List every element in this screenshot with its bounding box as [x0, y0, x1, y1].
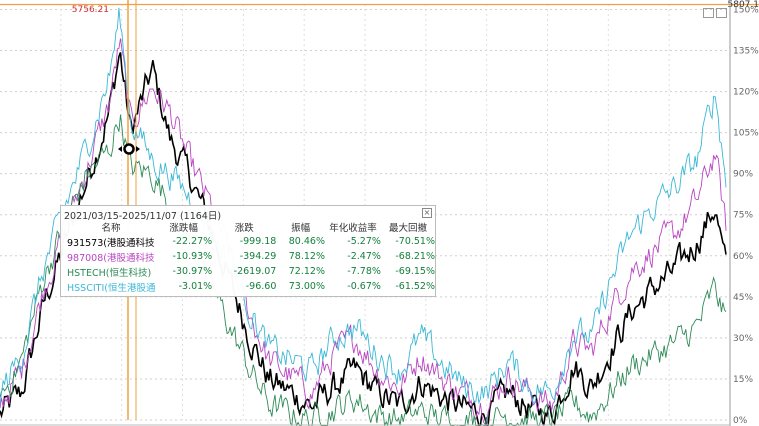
header-change: 涨跌 [234, 223, 254, 234]
y-tick-label: 105% [733, 129, 759, 139]
y-tick-label: 75% [733, 211, 753, 221]
table-row[interactable]: HSSCITI(恒生港股通科 -3.01% -96.60 73.00% -0.6… [61, 279, 435, 294]
header-amplitude: 振幅 [291, 223, 311, 234]
stats-header-row: 名称 涨跌幅 涨跌 振幅 年化收益率 最大回撤 [61, 220, 435, 234]
close-icon[interactable]: × [422, 208, 432, 218]
row-change-pct: -3.01% [178, 281, 213, 292]
y-tick-label: 60% [733, 252, 753, 262]
table-row[interactable]: 931573(港股通科技) -22.27% -999.18 80.46% -5.… [61, 234, 435, 249]
y-tick-label: 0% [733, 416, 748, 426]
row-amplitude: 80.46% [288, 236, 325, 247]
row-amplitude: 78.12% [288, 251, 325, 262]
row-annualized: -5.27% [347, 236, 381, 247]
y-tick-label: 90% [733, 170, 753, 180]
header-annualized: 年化收益率 [329, 223, 377, 234]
row-change: -999.18 [239, 236, 277, 247]
y-tick-label: 135% [733, 47, 759, 57]
row-change-pct: -30.97% [172, 266, 213, 277]
peak-label: 5756.21 [72, 5, 109, 15]
drag-handle-icon[interactable] [123, 143, 135, 155]
y-tick-label: 45% [733, 293, 753, 303]
stats-table: 名称 涨跌幅 涨跌 振幅 年化收益率 最大回撤 931573(港股通科技) -2… [61, 220, 435, 294]
row-name: HSTECH(恒生科技) [67, 267, 152, 279]
row-change-pct: -22.27% [172, 236, 213, 247]
y-tick-label: 150% [733, 5, 759, 15]
table-row[interactable]: 987008(港股通科技) -10.93% -394.29 78.12% -2.… [61, 249, 435, 264]
row-max-drawdown: -69.15% [395, 266, 435, 277]
row-name: 931573(港股通科技) [67, 237, 155, 249]
row-annualized: -7.78% [347, 266, 381, 277]
restore-icon[interactable] [703, 8, 714, 18]
row-name: 987008(港股通科技) [67, 252, 155, 264]
header-change-pct: 涨跌幅 [169, 223, 198, 234]
row-change-pct: -10.93% [172, 251, 213, 262]
row-max-drawdown: -68.21% [395, 251, 435, 262]
row-change: -394.29 [239, 251, 277, 262]
row-change: -2619.07 [233, 266, 277, 277]
stats-panel: 2021/03/15-2025/11/07 (1164日) × 名称 涨跌幅 涨… [60, 205, 436, 297]
table-row[interactable]: HSTECH(恒生科技) -30.97% -2619.07 72.12% -7.… [61, 264, 435, 279]
row-change: -96.60 [245, 281, 277, 292]
row-annualized: -2.47% [347, 251, 381, 262]
row-max-drawdown: -61.52% [395, 281, 435, 292]
row-annualized: -0.67% [347, 281, 381, 292]
close-icon[interactable] [716, 8, 727, 18]
row-amplitude: 73.00% [288, 281, 325, 292]
header-name: 名称 [101, 223, 121, 234]
y-tick-label: 120% [733, 88, 759, 98]
row-name: HSSCITI(恒生港股通科 [67, 282, 155, 294]
header-max-drawdown: 最大回撤 [388, 223, 427, 234]
row-max-drawdown: -70.51% [395, 236, 435, 247]
y-tick-label: 15% [733, 375, 753, 385]
y-tick-label: 30% [733, 334, 753, 344]
row-amplitude: 72.12% [288, 266, 325, 277]
